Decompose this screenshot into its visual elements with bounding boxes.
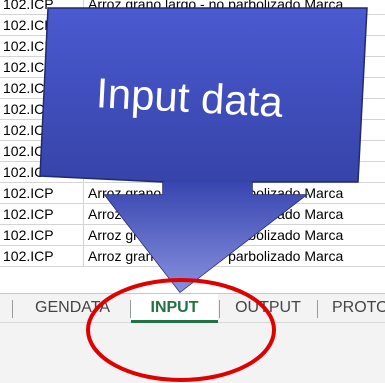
cell-description[interactable]: Arroz grano largo - no parbolizado Marca [84,0,385,14]
table-row[interactable]: 102.ICP Arroz grano largo - no parboliza… [0,246,385,267]
sheet-tab-bar: GENDATA INPUT OUTPUT PROTO [0,293,385,323]
cell-id[interactable]: 102.ICP [0,0,84,14]
cell-id[interactable]: 102.ICP [0,204,84,224]
tab-gendata[interactable]: GENDATA [16,294,129,323]
table-row[interactable]: 102.ICP Arroz grano largo - no parboliza… [0,225,385,246]
cell-id[interactable]: 102.ICP [0,246,84,266]
status-bar [0,323,385,383]
cell-id[interactable]: 102.ICP [0,162,84,182]
tab-proto[interactable]: PROTO [318,294,385,323]
cell-id[interactable]: 102.ICP [0,15,84,35]
table-row[interactable]: 102.ICP Arroz grano largo - no parboliza… [0,162,385,183]
cell-id[interactable]: 102.ICP [0,141,84,161]
table-row[interactable]: 102.ICP Arroz grano largo - no parboliza… [0,120,385,141]
cell-id[interactable]: 102.ICP [0,225,84,245]
cell-description[interactable]: Arroz grano largo - no parbolizado Marca [84,225,385,245]
cell-description[interactable]: Arroz grano largo - no parbolizado Marca [84,204,385,224]
table-row[interactable]: 102.ICP Arroz grano largo - no parboliza… [0,36,385,57]
cell-id[interactable]: 102.ICP [0,120,84,140]
cell-description[interactable]: Arroz grano largo - no parbolizado Marca [84,183,385,203]
table-row[interactable]: 102.ICP Arroz grano largo - no parboliza… [0,0,385,15]
cell-id[interactable]: 102.ICP [0,36,84,56]
tab-output[interactable]: OUTPUT [220,294,316,323]
cell-description[interactable]: Arroz grano largo - no parbolizado Marca [84,162,385,182]
cell-description[interactable]: Arroz grano largo - no parbolizado Marca [84,36,385,56]
table-row[interactable]: 102.ICP Arroz grano largo - no parboliza… [0,183,385,204]
spreadsheet-grid: 102.ICP Arroz grano largo - no parboliza… [0,0,385,293]
tab-input[interactable]: INPUT [131,294,218,323]
cell-description[interactable]: Arroz grano largo - no parbolizado Marca [84,15,385,35]
cell-description[interactable]: Arroz grano largo - no parbolizado Marca [84,246,385,266]
cell-id[interactable]: 102.ICP [0,183,84,203]
table-row[interactable]: 102.ICP Arroz grano largo - no parboliza… [0,204,385,225]
tab-separator [12,300,13,318]
cell-description[interactable]: Arroz grano largo - no parbolizado Marca [84,141,385,161]
table-row[interactable]: 102.ICP Arroz grano largo - no parboliza… [0,15,385,36]
table-row[interactable]: 102.ICP Arroz grano largo - no parboliza… [0,141,385,162]
